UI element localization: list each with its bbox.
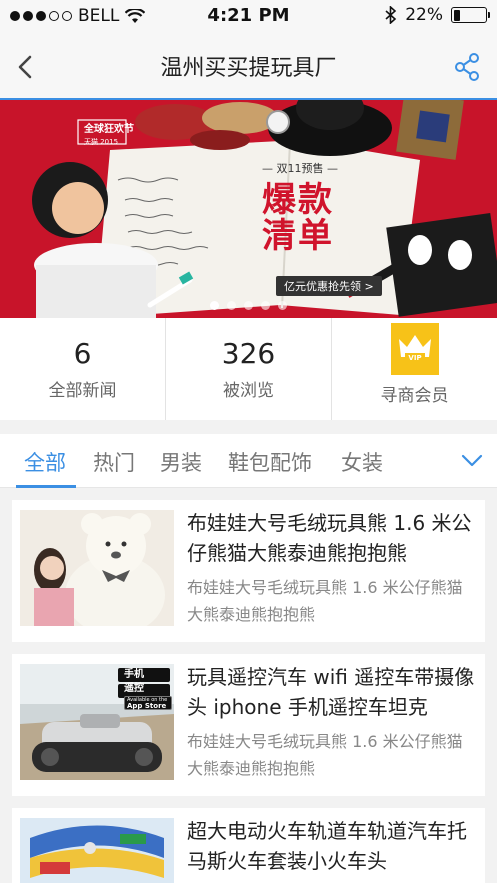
list-item[interactable]: 布娃娃大号毛绒玩具熊 1.6 米公仔熊猫大熊泰迪熊抱抱熊 布娃娃大号毛绒玩具熊 … <box>12 500 485 642</box>
share-icon[interactable] <box>453 52 481 82</box>
stat-membership[interactable]: VIP 寻商会员 <box>331 318 497 420</box>
coupon-label: 亿元优惠抢先领 > <box>276 276 382 296</box>
pager-dot[interactable] <box>210 301 219 310</box>
stat-label: 全部新闻 <box>48 381 117 401</box>
item-title: 玩具遥控汽车 wifi 遥控车带摄像头 iphone 手机遥控车坦克 <box>187 665 475 719</box>
svg-text:VIP: VIP <box>408 354 421 362</box>
stat-label: 被浏览 <box>223 381 274 401</box>
pager-dot[interactable] <box>227 301 236 310</box>
tab-hot[interactable]: 热门 <box>93 447 135 477</box>
active-tab-indicator <box>16 485 76 488</box>
tab-bags-accessories[interactable]: 鞋包配饰 <box>228 447 312 477</box>
page-title: 温州买买提玩具厂 <box>160 56 337 81</box>
pager-dot[interactable] <box>278 301 287 310</box>
promo-banner[interactable]: 全球狂欢节 天猫 2015 — 双11预售 — 爆款 清单 亿元优惠抢先领 > <box>0 100 497 318</box>
item-title: 布娃娃大号毛绒玩具熊 1.6 米公仔熊猫大熊泰迪熊抱抱熊 <box>187 511 472 565</box>
banner-pager[interactable] <box>0 301 497 310</box>
status-bar: BELL 4:21 PM 22% <box>0 0 497 34</box>
list-item[interactable]: 手机 遥控 Available on the App Store 玩具遥控汽车 … <box>12 654 485 796</box>
tab-all[interactable]: 全部 <box>24 447 66 477</box>
tab-menswear[interactable]: 男装 <box>160 447 202 477</box>
stat-value: 6 <box>73 337 92 370</box>
stat-label: 寻商会员 <box>380 385 449 406</box>
banner-headline: 爆款 清单 <box>262 180 334 256</box>
stats-bar: 6 全部新闻 326 被浏览 VIP 寻商会员 <box>0 318 497 420</box>
item-thumbnail: 手机 遥控 Available on the App Store <box>20 664 174 780</box>
item-description: 布娃娃大号毛绒玩具熊 1.6 米公仔熊猫大熊泰迪熊抱抱熊 <box>187 732 463 778</box>
battery-icon <box>451 7 490 23</box>
item-title: 超大电动火车轨道车轨道汽车托马斯火车套装小火车头 <box>187 819 467 873</box>
banner-tagline: — 双11预售 — <box>262 162 338 175</box>
chevron-down-icon[interactable] <box>461 450 483 470</box>
pager-dot[interactable] <box>261 301 270 310</box>
list-item[interactable]: 超大电动火车轨道车轨道汽车托马斯火车套装小火车头 <box>12 808 485 883</box>
bluetooth-icon <box>385 6 397 24</box>
stat-value: 326 <box>221 337 276 370</box>
brand-logo: 全球狂欢节 天猫 2015 <box>84 124 134 146</box>
stat-news[interactable]: 6 全部新闻 <box>0 318 165 420</box>
back-chevron-icon[interactable] <box>14 52 38 82</box>
category-tabs: 全部 热门 男装 鞋包配饰 女装 <box>0 434 497 488</box>
item-thumbnail <box>20 818 174 883</box>
item-description: 布娃娃大号毛绒玩具熊 1.6 米公仔熊猫大熊泰迪熊抱抱熊 <box>187 578 463 624</box>
thumb-label: 手机 遥控 <box>124 669 144 694</box>
pager-dot[interactable] <box>244 301 253 310</box>
tab-womenswear[interactable]: 女装 <box>341 447 383 477</box>
item-thumbnail <box>20 510 174 626</box>
nav-bar: 温州买买提玩具厂 <box>0 34 497 100</box>
app-store-badge: Available on the App Store <box>124 696 172 710</box>
vip-crown-icon: VIP <box>390 322 439 375</box>
battery-percent: 22% <box>405 5 443 25</box>
stat-views[interactable]: 326 被浏览 <box>165 318 331 420</box>
banner-illustration <box>32 100 497 318</box>
